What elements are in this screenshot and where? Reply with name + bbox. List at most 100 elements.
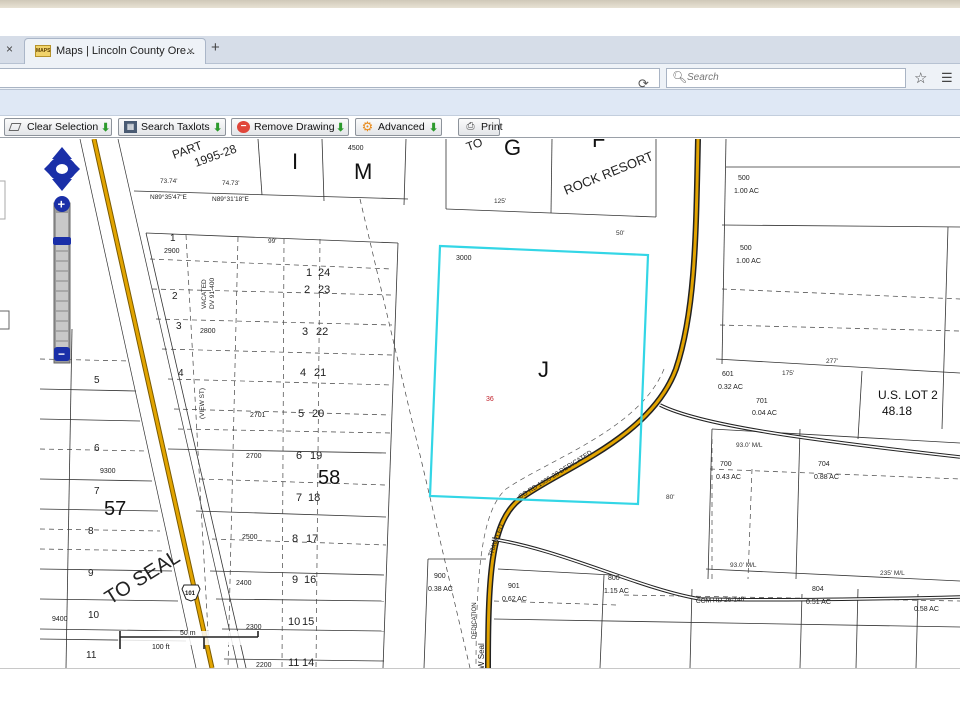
window-top-strip xyxy=(0,0,960,8)
lot-2300: 2300 xyxy=(246,624,262,631)
clear-selection-label: Clear Selection xyxy=(27,121,99,133)
lot-2800: 2800 xyxy=(200,328,216,335)
lot-col-a-10: 10 xyxy=(88,610,100,621)
pan-left-icon[interactable] xyxy=(44,159,54,179)
lot-901: 901 xyxy=(508,583,520,590)
section-letters: I M G F J xyxy=(292,139,605,382)
dim-80: 80' xyxy=(666,494,674,501)
dim-277: 277' xyxy=(826,358,838,365)
tab-bar: × MAPS Maps | Lincoln County Ore... × + xyxy=(0,36,960,64)
lot-col-b-14: 14 xyxy=(302,657,314,668)
lot-col-a-8: 8 xyxy=(88,526,94,537)
clear-selection-button[interactable]: Clear Selection ⬇ xyxy=(4,118,112,136)
tab-close-icon[interactable]: × xyxy=(187,44,194,58)
bookmark-star-icon[interactable]: ☆ xyxy=(914,69,927,87)
zoom-control[interactable]: + − xyxy=(53,196,71,364)
zoom-out-glyph: − xyxy=(58,347,65,361)
map-viewport[interactable]: I M G F J 57 58 ROCK RESORT 1995-28 PART… xyxy=(0,139,960,668)
lot-9300: 9300 xyxy=(100,468,116,475)
lot-col-c-6: 6 xyxy=(296,450,302,462)
scale-imperial-label: 100 ft xyxy=(152,644,170,651)
lot-col-c-3: 3 xyxy=(302,326,308,338)
tab-active[interactable]: MAPS Maps | Lincoln County Ore... × xyxy=(24,38,206,64)
lot-805-ac: 0.58 AC xyxy=(914,606,939,613)
maps-favicon-icon: MAPS xyxy=(35,45,51,57)
clear-selection-dropdown-icon[interactable]: ⬇ xyxy=(101,120,110,136)
us-lot-2-area: 48.18 xyxy=(882,404,912,418)
lot-704-ac: 0.88 AC xyxy=(814,474,839,481)
view-st-label: (VIEW ST) xyxy=(199,388,206,419)
section-label-i: I xyxy=(292,149,298,174)
print-button[interactable]: ⎙ Print xyxy=(458,118,503,136)
search-input[interactable]: 🔍︎ Search xyxy=(666,68,906,88)
lot-704: 704 xyxy=(818,461,830,468)
section-label-g: G xyxy=(504,139,521,160)
lot-4500: 4500 xyxy=(348,145,364,152)
dedication-label: DEDICATION xyxy=(472,602,478,639)
remove-drawing-label: Remove Drawing xyxy=(254,121,335,133)
search-taxlots-dropdown-icon[interactable]: ⬇ xyxy=(213,120,222,136)
section-label-j: J xyxy=(538,357,549,382)
pan-control[interactable] xyxy=(44,147,80,191)
bearing-label-2: N89°31'18"E xyxy=(212,195,250,203)
zoom-slider-handle[interactable] xyxy=(53,237,71,245)
vacated-ref-label: DV 91-400 xyxy=(209,278,216,309)
section-label-m: M xyxy=(354,159,372,184)
printer-icon: ⎙ xyxy=(466,121,475,132)
lot-701: 701 xyxy=(756,398,768,405)
lot-804-ac: 0.51 AC xyxy=(806,599,831,606)
lot-col-c-4: 4 xyxy=(300,367,306,379)
pan-up-icon[interactable] xyxy=(52,147,72,159)
lot-col-b-15: 15 xyxy=(302,616,314,628)
lot-2700: 2700 xyxy=(246,453,262,460)
new-tab-button[interactable]: + xyxy=(211,39,220,56)
search-icon: 🔍︎ xyxy=(672,70,688,84)
lot-number-column-c: 1 2 3 4 5 6 7 8 9 10 11 xyxy=(288,267,312,668)
map-toolbar: Clear Selection ⬇ ▦ Search Taxlots ⬇ − R… xyxy=(0,116,960,138)
lot-601: 601 xyxy=(722,371,734,378)
lot-col-c-8: 8 xyxy=(292,533,298,545)
dimension-labels: 99' 50' 125' 277' 175' 235' M/L 93.0' M/… xyxy=(160,178,905,577)
url-input[interactable]: ⟳ xyxy=(0,68,660,91)
lot-col-a-1: 1 xyxy=(170,233,176,244)
close-previous-tab-icon[interactable]: × xyxy=(6,42,13,56)
taxlot-table-icon: ▦ xyxy=(124,121,137,133)
map-scale-bar: 50 m 100 ft xyxy=(118,630,260,651)
lot-col-b-18: 18 xyxy=(308,492,320,504)
bookmarks-bar xyxy=(0,90,960,116)
pan-down-icon[interactable] xyxy=(52,179,72,191)
lot-col-a-3: 3 xyxy=(176,321,182,332)
lot-col-c-9: 9 xyxy=(292,574,298,586)
reader-list-icon[interactable]: ☰ xyxy=(941,70,953,86)
lot-900: 900 xyxy=(434,573,446,580)
lot-701-ac: 0.04 AC xyxy=(752,410,777,417)
lot-3000: 3000 xyxy=(456,255,472,262)
dim-235: 235' M/L xyxy=(880,570,905,577)
tab-title: Maps | Lincoln County Ore... xyxy=(56,45,196,57)
advanced-button[interactable]: ⚙ Advanced ⬇ xyxy=(355,118,442,136)
lot-36: 36 xyxy=(486,396,494,403)
com-rd-label: COM RD 26-140 xyxy=(696,596,745,605)
eraser-icon xyxy=(8,123,22,131)
page-footer-area xyxy=(0,668,960,720)
search-taxlots-button[interactable]: ▦ Search Taxlots ⬇ xyxy=(118,118,226,136)
remove-drawing-button[interactable]: − Remove Drawing ⬇ xyxy=(231,118,349,136)
lot-2500: 2500 xyxy=(242,534,258,541)
search-placeholder: Search xyxy=(687,72,719,83)
scale-metric-label: 50 m xyxy=(180,630,196,637)
section-label-f: F xyxy=(592,139,605,152)
lot-col-c-7: 7 xyxy=(296,492,302,504)
lot-col-a-4: 4 xyxy=(178,368,184,379)
lot-500a: 500 xyxy=(738,175,750,182)
lot-700: 700 xyxy=(720,461,732,468)
print-label: Print xyxy=(481,121,503,133)
remove-drawing-dropdown-icon[interactable]: ⬇ xyxy=(336,120,345,136)
dim-93a: 93.0' M/L xyxy=(736,442,763,449)
gear-icon: ⚙ xyxy=(361,119,374,134)
pan-right-icon[interactable] xyxy=(70,159,80,179)
dim-50: 50' xyxy=(616,230,624,237)
lot-col-b-23: 23 xyxy=(318,284,330,296)
lot-800: 800 xyxy=(608,575,620,582)
advanced-dropdown-icon[interactable]: ⬇ xyxy=(429,120,438,136)
dim-73-74: 73.74' xyxy=(160,178,178,185)
